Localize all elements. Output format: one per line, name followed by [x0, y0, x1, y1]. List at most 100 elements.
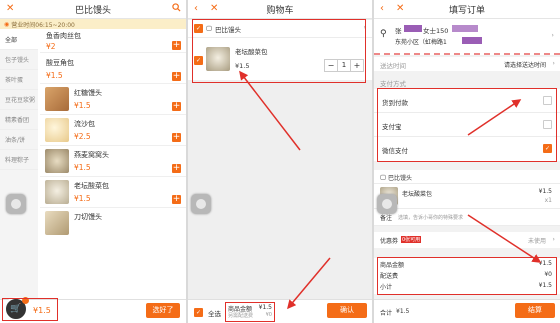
submit-order-button[interactable]: 结算 — [515, 303, 555, 318]
order-store-row: ▢ 巴比馒头 — [374, 170, 560, 184]
product-item: 鱼香肉丝包 ¥2 + — [40, 30, 186, 53]
close-icon[interactable]: ✕ — [210, 3, 218, 15]
cart-topbar: ‹ ✕ 购物车 — [188, 0, 372, 19]
coupon-row[interactable]: 优惠券 0张可用 未使用 › — [374, 232, 560, 248]
product-list: 鱼香肉丝包 ¥2 + 酸豆角包 ¥1.5 + 红糖馒头 ¥1.5 + 流沙包 ¥… — [40, 30, 186, 300]
address-card[interactable]: ⚲ 张 女士150 东苑小区（虹梅路1 › — [374, 19, 560, 55]
pay-section-title: 支付方式 — [380, 80, 406, 88]
back-icon[interactable]: ‹ — [380, 3, 384, 15]
category-sidebar: 全部 包子馒头 茶叶蛋 豆花豆浆粥 精素香团 油条/饼 料理粽子 — [0, 30, 38, 300]
chevron-right-icon: › — [552, 59, 555, 67]
category-item[interactable]: 油条/饼 — [0, 130, 38, 150]
choose-done-button[interactable]: 选好了 — [146, 303, 180, 318]
remark-label: 备注 — [380, 215, 393, 222]
product-price: ¥1.5 — [74, 163, 91, 172]
store-icon: ▢ — [380, 173, 387, 181]
product-price: ¥1.5 — [46, 71, 63, 80]
highlight-box — [2, 298, 58, 321]
cart-screen: ‹ ✕ 购物车 ✓ ▢ 巴比馒头 › ✓ 老坛酸菜包 ¥1.5 − 1 + ✓ … — [188, 0, 372, 323]
delivery-time-value: 请选择送达时间 — [503, 62, 546, 69]
order-bottom-bar: 合计 ¥1.5 结算 — [374, 299, 560, 323]
product-price: ¥1.5 — [74, 101, 91, 110]
delivery-time-row[interactable]: 送达时间 请选择送达时间 › — [374, 57, 560, 71]
product-image — [45, 118, 69, 142]
product-qty: x1 — [544, 197, 552, 204]
close-icon[interactable]: ✕ — [6, 3, 14, 15]
remark-input[interactable]: 选填，告诉小哥你的特殊要求 — [398, 214, 463, 221]
delivery-value: ¥0 — [265, 312, 272, 318]
assistive-touch-button[interactable] — [377, 194, 397, 214]
order-topbar: ‹ ✕ 填写订单 — [374, 0, 560, 19]
business-hours-text: 营业时间06:15~20:00 — [11, 21, 75, 29]
cart-totals: 商品金额 ¥1.5 另需配送费 ¥0 — [225, 302, 275, 322]
search-icon[interactable] — [172, 3, 181, 15]
chevron-right-icon: › — [552, 235, 555, 243]
product-name: 流沙包 — [74, 120, 95, 128]
goods-total-value: ¥1.5 — [258, 304, 272, 311]
add-to-cart-button[interactable]: + — [172, 195, 181, 204]
product-name: 红糖馒头 — [74, 89, 102, 97]
assistive-touch-button[interactable] — [6, 194, 26, 214]
order-screen: ‹ ✕ 填写订单 ⚲ 张 女士150 东苑小区（虹梅路1 › 送达时间 请选择送… — [374, 0, 560, 323]
category-item-all[interactable]: 全部 — [0, 30, 38, 50]
select-all-checkbox[interactable]: ✓ — [194, 308, 203, 317]
three-screen-flow: ✕ 巴比馒头 ◉ 营业时间06:15~20:00 全部 包子馒头 茶叶蛋 豆花豆… — [0, 0, 560, 323]
bell-icon: ◉ — [4, 20, 10, 28]
product-item: 刀切馒头 — [40, 208, 186, 235]
add-to-cart-button[interactable]: + — [172, 133, 181, 142]
product-name: 刀切馒头 — [74, 213, 102, 221]
redacted-block — [404, 25, 422, 32]
business-hours-notice: ◉ 营业时间06:15~20:00 — [0, 19, 186, 29]
product-price: ¥1.5 — [74, 194, 91, 203]
product-item: 流沙包 ¥2.5 + — [40, 115, 186, 146]
add-to-cart-button[interactable]: + — [172, 164, 181, 173]
address-phone: 女士150 — [423, 27, 449, 35]
coupon-value: 未使用 — [527, 238, 546, 245]
menu-topbar: ✕ 巴比馒头 — [0, 0, 186, 19]
product-name: 酸豆角包 — [46, 59, 74, 67]
add-to-cart-button[interactable]: + — [172, 72, 181, 81]
product-name: 老坛酸菜包 — [402, 191, 433, 198]
category-item[interactable]: 茶叶蛋 — [0, 70, 38, 90]
redacted-block — [452, 25, 478, 32]
delivery-label: 另需配送费 — [228, 313, 254, 319]
product-price: ¥2 — [46, 42, 56, 51]
add-to-cart-button[interactable]: + — [172, 41, 181, 50]
address-name: 张 — [395, 27, 402, 35]
product-name: 鱼香肉丝包 — [46, 32, 81, 40]
confirm-button[interactable]: 确认 — [327, 303, 367, 318]
product-image — [45, 211, 69, 235]
menu-screen: ✕ 巴比馒头 ◉ 营业时间06:15~20:00 全部 包子馒头 茶叶蛋 豆花豆… — [0, 0, 186, 323]
total-value: ¥1.5 — [396, 308, 410, 315]
total-label: 合计 — [380, 310, 393, 317]
highlight-box — [192, 19, 366, 83]
location-pin-icon: ⚲ — [380, 29, 387, 39]
close-icon[interactable]: ✕ — [396, 3, 404, 15]
product-price: ¥1.5 — [538, 188, 552, 195]
chevron-right-icon: › — [551, 31, 554, 39]
redacted-block — [462, 37, 482, 44]
address-line: 东苑小区（虹梅路1 — [395, 39, 447, 46]
category-item[interactable]: 精素香团 — [0, 110, 38, 130]
highlight-box — [377, 88, 557, 162]
select-all-label: 全选 — [208, 310, 221, 318]
back-icon[interactable]: ‹ — [194, 3, 198, 15]
category-item[interactable]: 豆花豆浆粥 — [0, 90, 38, 110]
product-item: 红糖馒头 ¥1.5 + — [40, 84, 186, 115]
assistive-touch-button[interactable] — [191, 194, 211, 214]
cart-bottom-bar: ✓ 全选 商品金额 ¥1.5 另需配送费 ¥0 确认 — [188, 299, 372, 323]
store-name: 巴比馒头 — [388, 175, 413, 182]
remark-row[interactable]: 备注 选填，告诉小哥你的特殊要求 — [374, 209, 560, 226]
page-title: 巴比馒头 — [74, 5, 111, 16]
category-item[interactable]: 料理粽子 — [0, 150, 38, 170]
delivery-time-label: 送达时间 — [380, 62, 406, 70]
product-image — [45, 180, 69, 204]
product-image — [45, 149, 69, 173]
product-item: 燕麦窝窝头 ¥1.5 + — [40, 146, 186, 177]
coupon-badge: 0张可用 — [401, 236, 422, 243]
coupon-label: 优惠券 — [380, 238, 399, 245]
product-name: 燕麦窝窝头 — [74, 151, 109, 159]
add-to-cart-button[interactable]: + — [172, 102, 181, 111]
category-item[interactable]: 包子馒头 — [0, 50, 38, 70]
highlight-box — [377, 257, 557, 295]
